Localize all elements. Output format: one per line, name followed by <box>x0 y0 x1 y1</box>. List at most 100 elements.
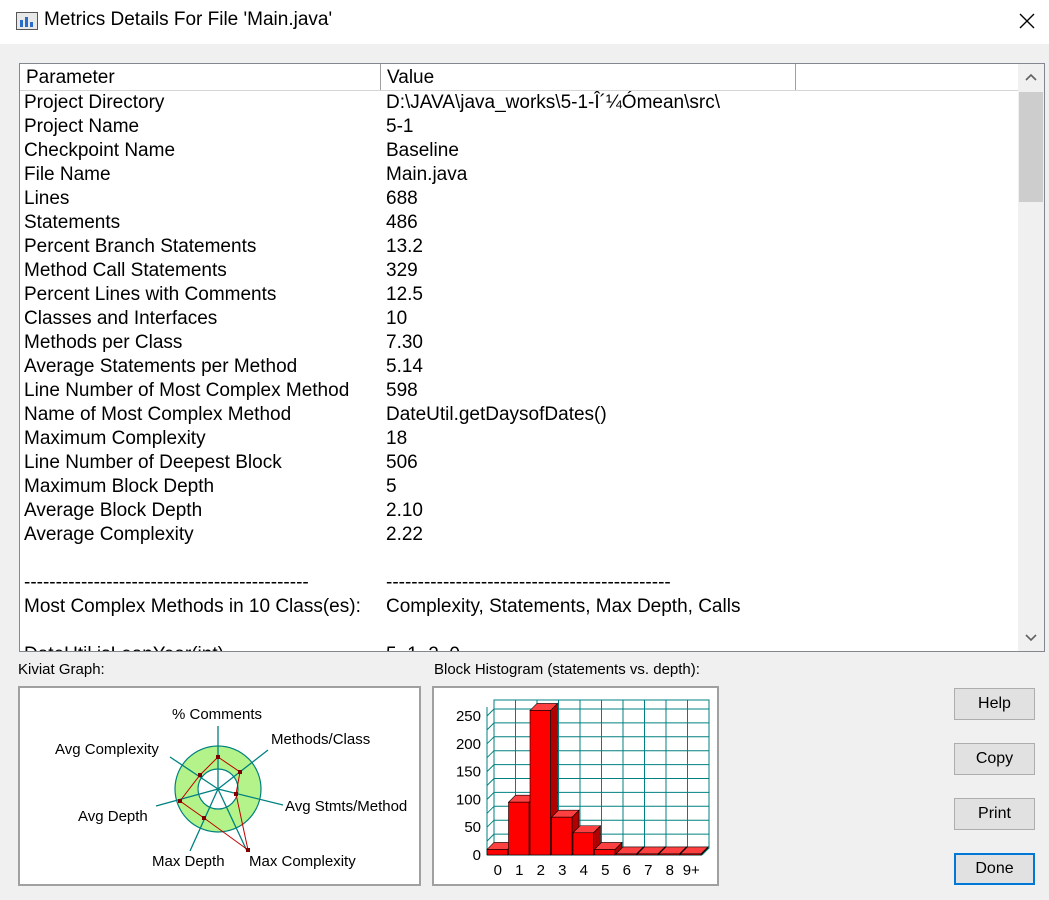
table-row[interactable]: Percent Lines with Comments 12.5 <box>20 283 1018 307</box>
histogram-label: Block Histogram (statements vs. depth): <box>434 661 700 678</box>
kiviat-axis-methods-class: Methods/Class <box>271 731 370 748</box>
copy-button[interactable]: Copy <box>954 743 1035 775</box>
histogram-gridline-side <box>486 708 495 717</box>
histogram-gridline-side <box>486 764 495 772</box>
histogram-x-tick-label: 9+ <box>683 862 700 879</box>
histogram-gridline-side <box>486 833 495 842</box>
row-parameter: Line Number of Most Complex Method <box>24 380 350 401</box>
table-row[interactable]: Average Complexity 2.22 <box>20 523 1018 547</box>
table-row[interactable]: ----------------------------------------… <box>20 571 1018 595</box>
row-parameter: Percent Lines with Comments <box>24 284 277 305</box>
metrics-list[interactable]: Parameter Value Project Directory D:\JAVA… <box>19 63 1045 652</box>
table-row[interactable] <box>20 547 1018 571</box>
histogram-x-tick-label: 4 <box>580 862 588 879</box>
row-value: 506 <box>386 452 418 473</box>
close-button[interactable] <box>1004 2 1048 42</box>
row-value: 5, 1, 2, 0 <box>386 643 460 651</box>
done-button[interactable]: Done <box>954 853 1035 885</box>
kiviat-panel: % Comments Methods/Class Avg Stmts/Metho… <box>18 686 421 886</box>
histogram-y-tick-label: 250 <box>456 708 481 725</box>
histogram-y-tick-label: 100 <box>456 791 481 808</box>
row-parameter: File Name <box>24 164 111 185</box>
row-value: 5 <box>386 476 397 497</box>
close-icon <box>1019 13 1035 29</box>
histogram-x-tick-label: 1 <box>515 862 523 879</box>
chevron-down-icon <box>1025 634 1037 642</box>
table-row[interactable]: Percent Branch Statements 13.2 <box>20 235 1018 259</box>
row-parameter: ----------------------------------------… <box>24 572 309 593</box>
table-row[interactable]: Project Name 5-1 <box>20 115 1018 139</box>
scroll-thumb[interactable] <box>1019 92 1043 202</box>
row-value: 486 <box>386 212 418 233</box>
table-row[interactable]: Name of Most Complex Method DateUtil.getD… <box>20 403 1018 427</box>
table-row[interactable]: Line Number of Most Complex Method 598 <box>20 379 1018 403</box>
row-value: 2.10 <box>386 500 423 521</box>
row-value: 5-1 <box>386 116 414 137</box>
kiviat-graph: % Comments Methods/Class Avg Stmts/Metho… <box>55 706 407 870</box>
histogram-bar <box>594 849 616 856</box>
row-value: 18 <box>386 428 408 449</box>
table-row[interactable]: Checkpoint Name Baseline <box>20 139 1018 163</box>
row-value: DateUtil.getDaysofDates() <box>386 404 607 425</box>
row-parameter: Lines <box>24 188 70 209</box>
table-row[interactable]: Average Block Depth 2.10 <box>20 499 1018 523</box>
histogram-x-tick-label: 8 <box>666 862 674 879</box>
row-parameter: Maximum Complexity <box>24 428 206 449</box>
scroll-up-button[interactable] <box>1018 64 1044 90</box>
row-value: 12.5 <box>386 284 423 305</box>
table-row[interactable]: Statements 486 <box>20 211 1018 235</box>
row-value: 2.22 <box>386 524 423 545</box>
histogram-gridline-side <box>486 819 495 828</box>
histogram-bar <box>508 801 530 856</box>
row-value: D:\JAVA\java_works\5-1-Î´¼Ómean\src\ <box>386 92 721 113</box>
scroll-down-button[interactable] <box>1018 625 1044 651</box>
histogram-y-tick-label: 200 <box>456 736 481 753</box>
table-row[interactable]: Classes and Interfaces 10 <box>20 307 1018 331</box>
histogram-gridline-side <box>486 792 495 800</box>
row-parameter: Statements <box>24 212 121 233</box>
vertical-scrollbar[interactable] <box>1018 64 1044 651</box>
table-row[interactable]: Methods per Class 7.30 <box>20 331 1018 355</box>
column-header-parameter[interactable]: Parameter <box>20 64 381 90</box>
row-value: Complexity, Statements, Max Depth, Calls <box>386 596 741 617</box>
kiviat-axis-max-complexity: Max Complexity <box>249 853 356 870</box>
print-button[interactable]: Print <box>954 798 1035 830</box>
table-row[interactable]: Average Statements per Method 5.14 <box>20 355 1018 379</box>
histogram-y-tick-label: 50 <box>464 819 481 836</box>
histogram-x-tick-label: 7 <box>644 862 652 879</box>
histogram-gridline-side <box>486 736 495 745</box>
histogram-x-tick-label: 0 <box>494 862 502 879</box>
row-parameter: DateUtil.isLeapYear(int) <box>24 643 224 651</box>
metrics-app-icon <box>16 12 38 30</box>
table-row[interactable]: Maximum Block Depth 5 <box>20 475 1018 499</box>
row-value: Baseline <box>386 140 459 161</box>
histogram-bar <box>615 853 637 856</box>
row-value: 10 <box>386 308 408 329</box>
table-row[interactable]: Most Complex Methods in 10 Class(es): Com… <box>20 595 1018 619</box>
table-row[interactable]: File Name Main.java <box>20 163 1018 187</box>
table-row[interactable]: Maximum Complexity 18 <box>20 427 1018 451</box>
kiviat-axis-avg-complexity: Avg Complexity <box>55 741 159 758</box>
histogram-bar <box>529 710 551 856</box>
row-parameter: Project Name <box>24 116 140 137</box>
row-parameter: Checkpoint Name <box>24 140 176 161</box>
table-row[interactable] <box>20 619 1018 643</box>
histogram-bar <box>572 832 594 856</box>
kiviat-axis-max-depth: Max Depth <box>152 853 225 870</box>
table-row[interactable]: Project Directory D:\JAVA\java_works\5-1-… <box>20 91 1018 115</box>
histogram-gridline-side <box>486 722 495 731</box>
histogram-x-tick-label: 3 <box>558 862 566 879</box>
table-row[interactable]: Method Call Statements 329 <box>20 259 1018 283</box>
column-header-value[interactable]: Value <box>381 64 796 90</box>
row-value: 7.30 <box>386 332 423 353</box>
table-row[interactable]: DateUtil.isLeapYear(int) 5, 1, 2, 0 <box>20 643 1018 651</box>
column-header-empty[interactable] <box>796 64 1018 90</box>
table-row[interactable]: Line Number of Deepest Block 506 <box>20 451 1018 475</box>
title-bar: Metrics Details For File 'Main.java' <box>0 0 1049 44</box>
histogram-y-tick-label: 0 <box>473 847 481 864</box>
row-value: 5.14 <box>386 356 423 377</box>
help-button[interactable]: Help <box>954 688 1035 720</box>
histogram-bar <box>680 853 702 856</box>
table-row[interactable]: Lines 688 <box>20 187 1018 211</box>
row-parameter: Average Block Depth <box>24 500 203 521</box>
